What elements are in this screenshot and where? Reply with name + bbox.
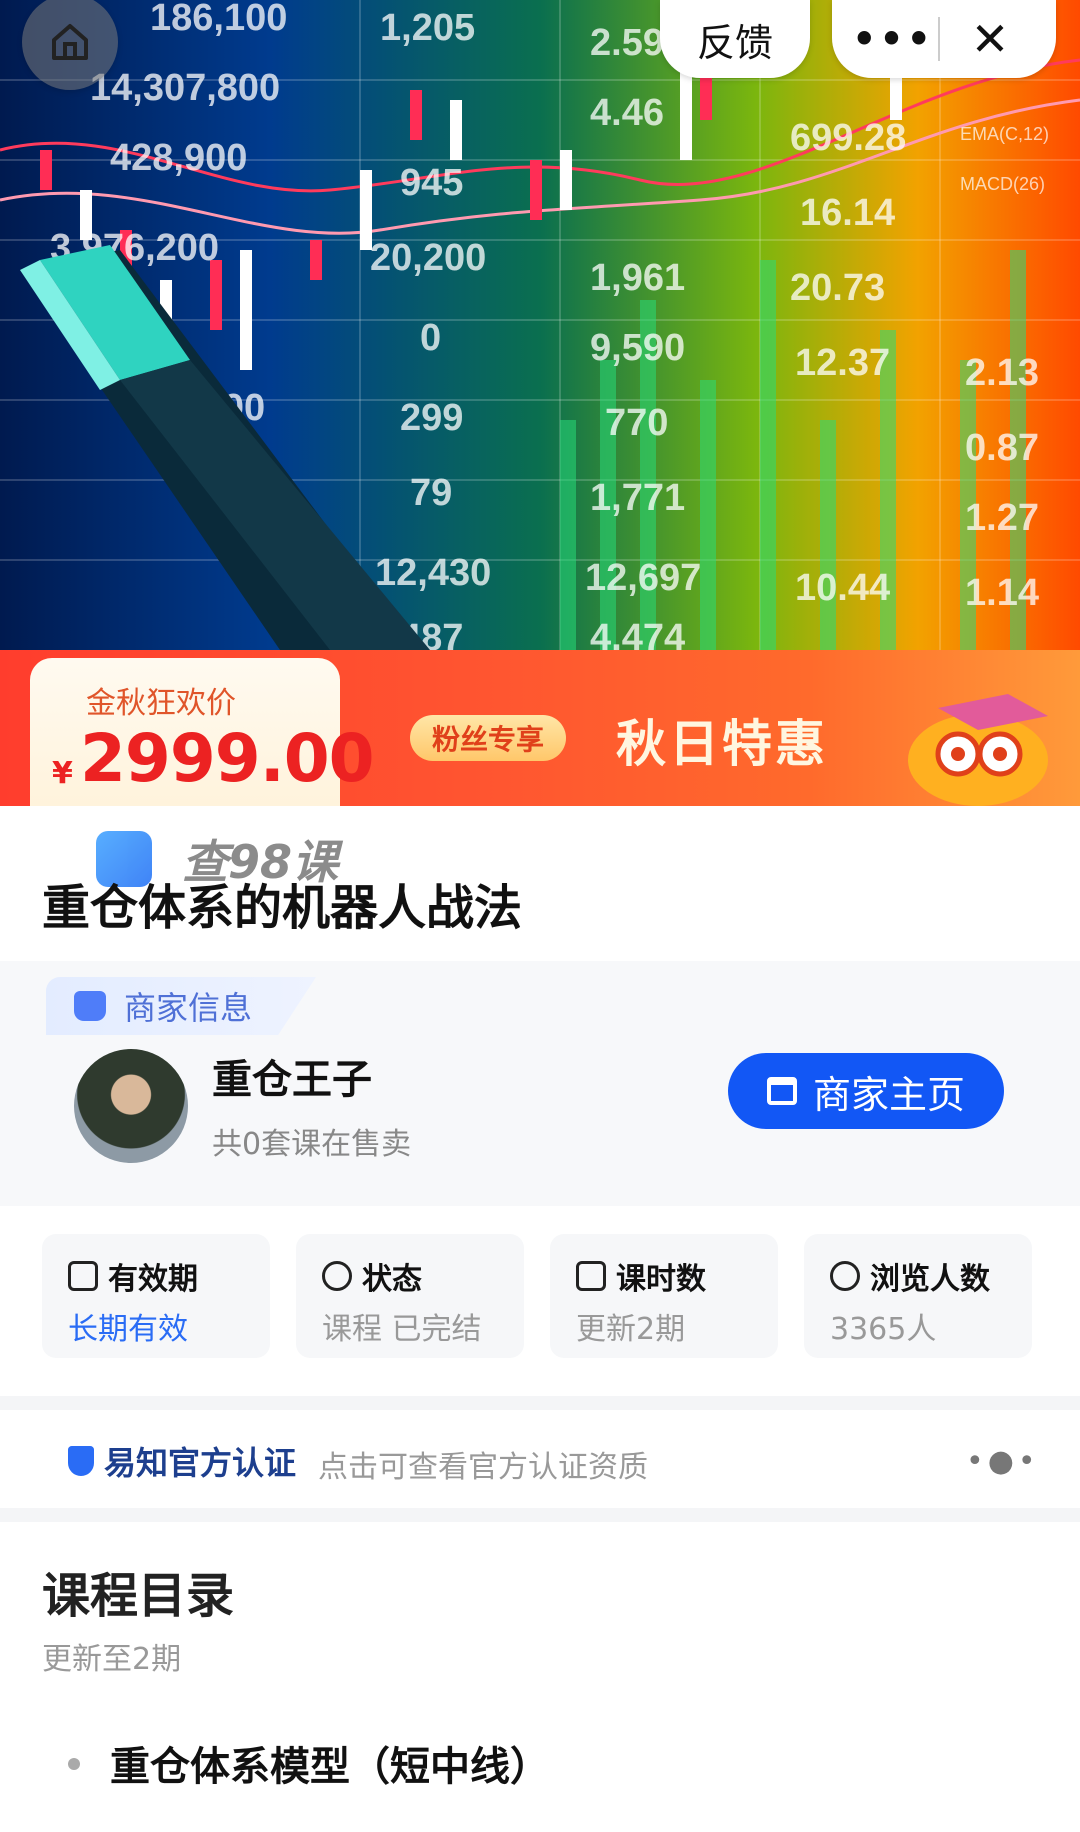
shop-icon bbox=[74, 991, 106, 1021]
promo-headline: 秋日特惠 bbox=[616, 715, 828, 773]
catalog-heading: 课程目录 bbox=[42, 1568, 235, 1624]
catalog-item[interactable]: 重仓体系模型（短中线） bbox=[110, 1734, 550, 1792]
pen-illustration bbox=[20, 245, 430, 650]
stat-label: 有效期 bbox=[108, 1262, 198, 1297]
hero-indicator: MACD(26) bbox=[960, 174, 1045, 194]
certification-description: 点击可查看官方认证资质 bbox=[318, 1450, 648, 1485]
stat-value: 课程 已完结 bbox=[322, 1312, 482, 1347]
more-menu-button[interactable]: ••• bbox=[848, 17, 938, 61]
owl-mascot-icon bbox=[908, 694, 1048, 806]
fans-exclusive-tag: 粉丝专享 bbox=[410, 715, 566, 761]
hero-number: 0 bbox=[420, 317, 441, 359]
feedback-button[interactable]: 反馈 bbox=[660, 0, 810, 78]
hero-number: 10.44 bbox=[795, 567, 890, 609]
hero-number: 1,205 bbox=[380, 7, 475, 49]
price-card: 金秋狂欢价 ¥ 2999.00 bbox=[30, 658, 375, 806]
hero-number: 1.27 bbox=[965, 497, 1039, 539]
stat-label: 课时数 bbox=[616, 1262, 706, 1297]
stat-views: 浏览人数 3365人 bbox=[804, 1234, 1032, 1358]
hero-number: 1,961 bbox=[590, 257, 685, 299]
hero-number: 79 bbox=[410, 472, 452, 514]
hero-number: 20,200 bbox=[370, 237, 486, 279]
mini-program-capsule: ••• ✕ bbox=[832, 0, 1056, 78]
hero-number: 0.87 bbox=[965, 427, 1039, 469]
hero-number: 1,771 bbox=[590, 477, 685, 519]
merchant-home-button[interactable]: 商家主页 bbox=[728, 1053, 1004, 1129]
hero-indicator: EMA(C,12) bbox=[960, 124, 1049, 144]
user-icon bbox=[830, 1261, 860, 1291]
certification-brand: 易知官方认证 bbox=[104, 1444, 297, 1482]
course-title-section: 查98课 重仓体系的机器人战法 bbox=[0, 806, 1080, 961]
stock-chart-illustration: 186,100 14,307,800 1,205 2.59 428,900 94… bbox=[0, 0, 1080, 650]
stat-label: 浏览人数 bbox=[870, 1262, 990, 1297]
price-label: 金秋狂欢价 bbox=[86, 686, 236, 721]
merchant-section-label: 商家信息 bbox=[124, 989, 253, 1027]
seller-name[interactable]: 重仓王子 bbox=[212, 1047, 372, 1105]
stat-value: 更新2期 bbox=[576, 1312, 686, 1347]
seller-course-count: 共0套课在售卖 bbox=[212, 1127, 412, 1162]
list-bullet bbox=[68, 1758, 80, 1770]
hero-number: 14,307,800 bbox=[90, 67, 280, 109]
carousel-dots: •●• bbox=[966, 1444, 1040, 1479]
merchant-info-section: 商家信息 重仓王子 共0套课在售卖 商家主页 bbox=[0, 961, 1080, 1206]
hero-number: 2.13 bbox=[965, 352, 1039, 394]
clock-icon bbox=[322, 1261, 352, 1291]
shield-check-icon bbox=[68, 1446, 94, 1476]
hero-number: 9,590 bbox=[590, 327, 685, 369]
home-icon bbox=[52, 24, 88, 60]
merchant-home-label: 商家主页 bbox=[812, 1072, 965, 1117]
hero-number: 20.73 bbox=[790, 267, 885, 309]
promo-banner: 金秋狂欢价 ¥ 2999.00 粉丝专享 秋日特惠 bbox=[0, 650, 1080, 806]
merchant-section-tag: 商家信息 bbox=[46, 977, 316, 1035]
hero-number: 4,474 bbox=[590, 617, 685, 650]
hero-number: 4.46 bbox=[590, 92, 664, 134]
hero-number: 945 bbox=[400, 162, 463, 204]
calendar-icon bbox=[68, 1261, 98, 1291]
stat-value: 长期有效 bbox=[68, 1312, 188, 1347]
hero-number: 770 bbox=[605, 402, 668, 444]
hero-number: 186,100 bbox=[150, 0, 287, 39]
storefront-icon bbox=[766, 1077, 797, 1105]
catalog-update-status: 更新至2期 bbox=[42, 1642, 182, 1677]
hero-number: 1.14 bbox=[965, 572, 1039, 614]
stat-status: 状态 课程 已完结 bbox=[296, 1234, 524, 1358]
document-icon bbox=[576, 1261, 606, 1291]
hero-number: 299 bbox=[400, 397, 463, 439]
hero-number: 2.59 bbox=[590, 22, 664, 64]
stat-validity: 有效期 长期有效 bbox=[42, 1234, 270, 1358]
hero-number: 428,900 bbox=[110, 137, 247, 179]
hero-number: 12,697 bbox=[585, 557, 701, 599]
currency-symbol: ¥ bbox=[52, 756, 73, 791]
price-value: 2999.00 bbox=[80, 720, 375, 797]
stat-label: 状态 bbox=[362, 1262, 422, 1297]
official-certification-bar[interactable]: 易知官方认证 点击可查看官方认证资质 •●• bbox=[0, 1410, 1080, 1508]
hero-number: 12,430 bbox=[375, 552, 491, 594]
hero-number: 699.28 bbox=[790, 117, 906, 159]
stat-value: 3365人 bbox=[830, 1312, 937, 1347]
close-button[interactable]: ✕ bbox=[940, 12, 1040, 66]
stat-lessons: 课时数 更新2期 bbox=[550, 1234, 778, 1358]
course-title: 重仓体系的机器人战法 bbox=[42, 880, 523, 936]
hero-number: 16.14 bbox=[800, 192, 895, 234]
feedback-label: 反馈 bbox=[696, 20, 773, 65]
course-cover-image: 186,100 14,307,800 1,205 2.59 428,900 94… bbox=[0, 0, 1080, 650]
hero-number: 12.37 bbox=[795, 342, 890, 384]
course-stats: 有效期 长期有效 状态 课程 已完结 课时数 更新2期 浏览人数 3365人 bbox=[0, 1206, 1080, 1396]
seller-avatar[interactable] bbox=[74, 1049, 188, 1163]
course-catalog: 课程目录 更新至2期 重仓体系模型（短中线） bbox=[0, 1522, 1080, 1832]
